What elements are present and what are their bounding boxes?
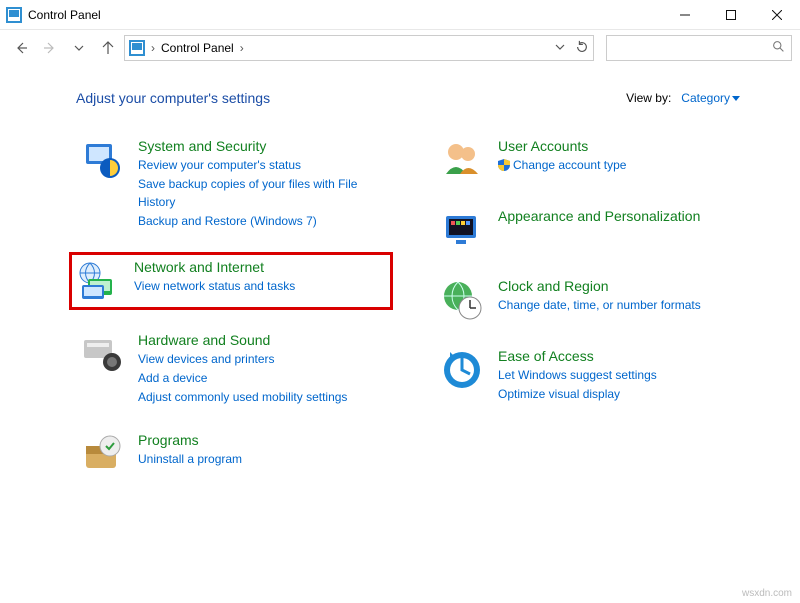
category-title[interactable]: Clock and Region: [498, 278, 701, 294]
appearance-icon: [440, 208, 484, 252]
watermark: wsxdn.com: [742, 588, 792, 599]
right-column: User Accounts Change account type: [436, 134, 746, 498]
breadcrumb-icon: [129, 40, 145, 56]
category-link[interactable]: Uninstall a program: [138, 450, 242, 469]
network-internet-icon: [76, 259, 120, 303]
category-title[interactable]: Appearance and Personalization: [498, 208, 700, 224]
uac-shield-icon: [498, 158, 510, 170]
category-hardware-sound: Hardware and Sound View devices and prin…: [76, 328, 386, 410]
refresh-button[interactable]: [575, 40, 589, 57]
view-by-control: View by: Category: [626, 91, 740, 105]
chevron-right-icon[interactable]: ›: [151, 41, 155, 55]
search-box[interactable]: [606, 35, 792, 61]
clock-region-icon: [440, 278, 484, 322]
view-by-label: View by:: [626, 91, 671, 105]
category-title[interactable]: Programs: [138, 432, 242, 448]
caret-down-icon: [732, 96, 740, 101]
category-title[interactable]: User Accounts: [498, 138, 626, 154]
content-area: Adjust your computer's settings View by:…: [0, 66, 800, 498]
maximize-button[interactable]: [708, 0, 754, 30]
category-link[interactable]: View devices and printers: [138, 350, 347, 369]
category-ease-of-access: Ease of Access Let Windows suggest setti…: [436, 344, 746, 407]
category-link[interactable]: Add a device: [138, 369, 347, 388]
close-button[interactable]: [754, 0, 800, 30]
minimize-button[interactable]: [662, 0, 708, 30]
category-link[interactable]: Backup and Restore (Windows 7): [138, 212, 382, 231]
left-column: System and Security Review your computer…: [76, 134, 386, 498]
category-link[interactable]: Save backup copies of your files with Fi…: [138, 175, 382, 212]
category-title[interactable]: Network and Internet: [134, 259, 295, 275]
control-panel-icon: [6, 7, 22, 23]
address-bar[interactable]: › Control Panel ›: [124, 35, 594, 61]
up-button[interactable]: [95, 34, 120, 62]
navbar: › Control Panel ›: [0, 30, 800, 66]
recent-locations-button[interactable]: [66, 34, 91, 62]
category-user-accounts: User Accounts Change account type: [436, 134, 746, 186]
category-title[interactable]: Hardware and Sound: [138, 332, 347, 348]
system-security-icon: [80, 138, 124, 182]
category-appearance: Appearance and Personalization: [436, 204, 746, 256]
category-system-security: System and Security Review your computer…: [76, 134, 386, 234]
programs-icon: [80, 432, 124, 476]
user-accounts-icon: [440, 138, 484, 182]
ease-of-access-icon: [440, 348, 484, 392]
category-link[interactable]: View network status and tasks: [134, 277, 295, 296]
breadcrumb-root[interactable]: Control Panel: [161, 41, 234, 55]
category-link[interactable]: Adjust commonly used mobility settings: [138, 388, 347, 407]
category-network-internet: Network and Internet View network status…: [69, 252, 393, 310]
window-controls: [662, 0, 800, 30]
hardware-sound-icon: [80, 332, 124, 376]
category-link[interactable]: Review your computer's status: [138, 156, 382, 175]
category-link[interactable]: Optimize visual display: [498, 385, 657, 404]
search-input[interactable]: [613, 40, 772, 56]
view-by-dropdown[interactable]: Category: [681, 91, 740, 105]
category-title[interactable]: System and Security: [138, 138, 382, 154]
category-link[interactable]: Let Windows suggest settings: [498, 366, 657, 385]
category-clock-region: Clock and Region Change date, time, or n…: [436, 274, 746, 326]
search-icon[interactable]: [772, 40, 785, 56]
window-title: Control Panel: [28, 8, 101, 22]
chevron-right-icon[interactable]: ›: [240, 41, 244, 55]
category-link[interactable]: Change account type: [498, 156, 626, 175]
page-title: Adjust your computer's settings: [76, 90, 270, 106]
titlebar: Control Panel: [0, 0, 800, 30]
category-link[interactable]: Change date, time, or number formats: [498, 296, 701, 315]
category-title[interactable]: Ease of Access: [498, 348, 657, 364]
category-programs: Programs Uninstall a program: [76, 428, 386, 480]
forward-button[interactable]: [37, 34, 62, 62]
address-dropdown-icon[interactable]: [555, 41, 565, 55]
back-button[interactable]: [8, 34, 33, 62]
